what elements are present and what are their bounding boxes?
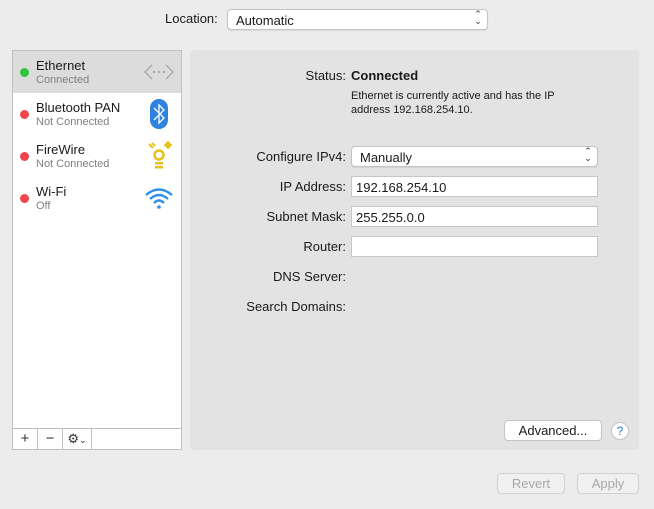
service-name: Wi-Fi [36, 184, 67, 199]
status-dot [20, 68, 29, 77]
dns-server-label: DNS Server: [273, 269, 346, 284]
subnet-mask-field[interactable]: 255.255.0.0 [351, 206, 598, 227]
action-menu-button[interactable]: ⚙⌄ [63, 429, 92, 449]
status-dot [20, 152, 29, 161]
popup-arrows-icon: ⌃ ⌄ [474, 9, 482, 26]
service-status: Not Connected [36, 158, 110, 170]
status-dot [20, 110, 29, 119]
add-service-button[interactable]: + [13, 429, 38, 449]
bluetooth-icon [150, 99, 168, 129]
remove-service-button[interactable]: − [38, 429, 63, 449]
service-item-ethernet[interactable]: Ethernet Connected [13, 51, 181, 93]
location-popup[interactable]: Automatic ⌃ ⌄ [227, 9, 488, 30]
router-field[interactable] [351, 236, 598, 257]
ip-address-field[interactable]: 192.168.254.10 [351, 176, 598, 197]
subnet-mask-label: Subnet Mask: [266, 209, 347, 224]
service-name: Ethernet [36, 58, 86, 73]
popup-arrows-icon: ⌃ ⌄ [584, 146, 592, 163]
service-status: Off [36, 200, 51, 212]
status-description-line2: address 192.168.254.10. [351, 104, 473, 116]
revert-button[interactable]: Revert [497, 473, 565, 494]
service-name: Bluetooth PAN [36, 100, 121, 115]
configure-ipv4-value: Manually [360, 150, 413, 165]
apply-button[interactable]: Apply [577, 473, 639, 494]
service-item-bluetooth-pan[interactable]: Bluetooth PAN Not Connected [13, 93, 181, 135]
gear-icon: ⚙ [67, 431, 80, 446]
chevron-down-icon: ⌄ [79, 435, 87, 445]
ip-address-value: 192.168.254.10 [356, 180, 447, 195]
detail-panel: Status: Connected Ethernet is currently … [190, 50, 639, 450]
status-dot [20, 194, 29, 203]
status-label: Status: [305, 68, 346, 83]
service-status: Not Connected [36, 116, 110, 128]
service-item-wifi[interactable]: Wi-Fi Off [13, 177, 181, 219]
status-description-line1: Ethernet is currently active and has the… [351, 90, 555, 102]
subnet-mask-value: 255.255.0.0 [356, 210, 425, 225]
help-button[interactable]: ? [611, 422, 629, 440]
location-label: Location: [165, 11, 218, 26]
ip-address-label: IP Address: [279, 179, 346, 194]
ethernet-icon [144, 64, 174, 80]
firewire-icon [148, 141, 173, 169]
service-list: Ethernet Connected Bluetooth PAN Not Con… [12, 50, 182, 450]
service-status: Connected [36, 74, 90, 86]
service-name: FireWire [36, 142, 86, 157]
advanced-button[interactable]: Advanced... [504, 420, 602, 441]
location-value: Automatic [236, 13, 294, 28]
service-list-toolbar: + − ⚙⌄ [13, 428, 181, 449]
configure-ipv4-label: Configure IPv4: [256, 149, 346, 164]
service-item-firewire[interactable]: FireWire Not Connected [13, 135, 181, 177]
search-domains-label: Search Domains: [246, 299, 346, 314]
configure-ipv4-popup[interactable]: Manually ⌃ ⌄ [351, 146, 598, 167]
status-value: Connected [351, 68, 419, 83]
router-label: Router: [303, 239, 346, 254]
wifi-icon [145, 188, 173, 209]
